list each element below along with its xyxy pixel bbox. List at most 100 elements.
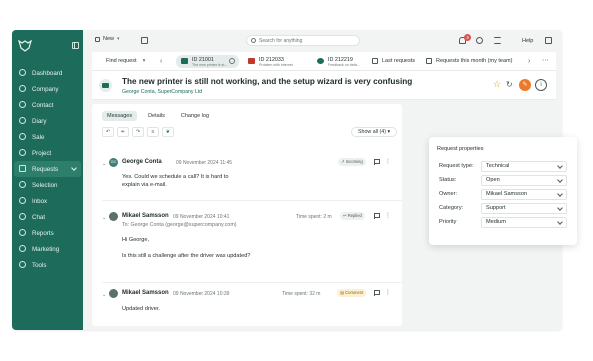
messages-panel: Messages Details Change log ↶ ↞ ↷ ≡ ❦ Sh… (92, 104, 402, 326)
layout-icon[interactable] (141, 37, 148, 44)
ticket-icon (99, 79, 112, 92)
message-item: ⌄ Mikael Samsson 09 November 2024 10:39 … (102, 289, 402, 317)
request-tabs-bar: Find request ▾ ‹ ID 21001 The new printer … (92, 52, 556, 71)
request-type-select[interactable]: Technical (481, 161, 567, 172)
sidebar-item-tools[interactable]: Tools (12, 257, 83, 273)
ticket-icon (181, 58, 188, 64)
sidebar-item-selection[interactable]: Selection (12, 177, 83, 193)
flag-icon[interactable] (374, 159, 380, 165)
sidebar-item-sale[interactable]: Sale (12, 129, 83, 145)
new-button[interactable]: New ▾ (95, 36, 120, 42)
more-icon[interactable]: ⋮ (385, 289, 391, 296)
tab-change-log[interactable]: Change log (176, 111, 214, 121)
tab-details[interactable]: Details (143, 111, 170, 121)
more-icon[interactable]: ⋮ (385, 158, 391, 165)
property-label: Status: (439, 177, 457, 183)
flag-icon[interactable] (374, 213, 380, 219)
sidebar-item-label: Sale (32, 133, 45, 141)
status-badge-label: Replied (347, 213, 362, 218)
bar-chart-icon (19, 229, 26, 236)
message-item: ⌄ GC George Conta 09 November 2024 11:45… (102, 158, 402, 192)
sidebar-item-marketing[interactable]: Marketing (12, 241, 83, 257)
chevron-down-icon[interactable]: ⌄ (102, 292, 106, 298)
chevron-right-icon[interactable]: › (528, 58, 530, 65)
property-request-type: Request type: Technical (439, 161, 569, 172)
sidebar-item-diary[interactable]: Diary (12, 113, 83, 129)
sidebar-item-label: Company (32, 85, 59, 93)
sidebar-item-label: Project (32, 149, 52, 157)
panel-toggle-icon[interactable] (545, 37, 552, 44)
sidebar-nav: Dashboard Company Contact Diary Sale Pro… (12, 65, 83, 273)
info-icon[interactable]: i (535, 79, 547, 91)
flag-icon[interactable] (374, 290, 380, 296)
divider (102, 200, 402, 201)
owner-select[interactable]: Mikael Samsson (481, 189, 567, 200)
properties-title: Request properties (437, 146, 484, 152)
chevron-down-icon (71, 165, 77, 171)
status-badge-label: Comment (345, 290, 364, 295)
star-icon[interactable]: ☆ (493, 80, 501, 89)
team-icon (426, 58, 432, 64)
menu-icon[interactable] (494, 37, 501, 44)
property-status: Status: Open (439, 175, 569, 186)
sidebar-item-label: Diary (32, 117, 47, 125)
edit-button[interactable]: ✎ (519, 79, 531, 91)
show-all-dropdown[interactable]: Show all (4) ▾ (351, 127, 398, 137)
refresh-icon[interactable]: ↻ (506, 80, 513, 89)
chat-icon (19, 213, 26, 220)
close-tab-icon[interactable] (229, 58, 235, 64)
reply-all-icon[interactable]: ↞ (117, 127, 129, 137)
sidebar-item-requests[interactable]: Requests (14, 161, 81, 177)
sidebar-item-reports[interactable]: Reports (12, 225, 83, 241)
search-placeholder: Search for anything (259, 37, 303, 44)
user-icon[interactable] (476, 37, 483, 44)
reply-icon[interactable]: ↶ (102, 127, 114, 137)
request-title: The new printer is still not working, an… (122, 77, 413, 86)
help-link[interactable]: Help (522, 38, 533, 44)
clipboard-icon (19, 149, 26, 156)
tab-request-212219[interactable]: ID 212219 Feedback on deliv... (312, 55, 368, 68)
sidebar-item-dashboard[interactable]: Dashboard (12, 65, 83, 81)
status-badge-label: Incoming (345, 159, 363, 164)
person-icon (19, 101, 26, 108)
request-properties-card: Request properties Request type: Technic… (429, 137, 577, 245)
status-badge: ↗ Incoming (338, 158, 366, 166)
more-icon[interactable]: ⋮ (385, 212, 391, 219)
find-request-dropdown[interactable]: Find request ▾ (106, 58, 145, 64)
chevron-left-icon[interactable]: ‹ (160, 58, 162, 65)
note-icon[interactable]: ≡ (147, 127, 159, 137)
tab-request-212033[interactable]: ID 212033 Problem with internet (243, 55, 305, 68)
status-select[interactable]: Open (481, 175, 567, 186)
chevron-down-icon[interactable]: ⌄ (102, 161, 106, 167)
forward-icon[interactable]: ↷ (132, 127, 144, 137)
sidebar: Dashboard Company Contact Diary Sale Pro… (12, 30, 83, 330)
message-body-line: explain via e-mail. (122, 182, 167, 188)
priority-select[interactable]: Medium (481, 217, 567, 228)
chevron-down-icon: ▾ (142, 58, 146, 64)
tab-last-requests[interactable]: Last requests (372, 58, 415, 64)
chevron-down-icon[interactable]: ⌄ (102, 215, 106, 221)
sidebar-item-label: Requests (32, 165, 59, 173)
property-label: Category: (439, 205, 464, 211)
tab-requests-this-month-label: Requests this month (my team) (436, 58, 513, 64)
leaf-icon[interactable]: ❦ (162, 127, 174, 137)
tab-request-21001[interactable]: ID 21001 The new printer is st... (176, 55, 239, 68)
category-select[interactable]: Support (481, 203, 567, 214)
tab-messages[interactable]: Messages (102, 111, 138, 121)
tab-requests-this-month[interactable]: Requests this month (my team) (426, 58, 512, 64)
message-author: Mikael Samsson (122, 290, 169, 296)
sidebar-item-contact[interactable]: Contact (12, 97, 83, 113)
building-icon (19, 85, 26, 92)
more-icon[interactable]: ⋯ (542, 56, 549, 64)
collapse-sidebar-icon[interactable] (72, 42, 79, 49)
top-bar: New ▾ Search for anything 3 Help (83, 30, 562, 52)
property-owner: Owner: Mikael Samsson (439, 189, 569, 200)
sidebar-item-company[interactable]: Company (12, 81, 83, 97)
status-badge: ↩ Replied (340, 212, 365, 220)
sidebar-item-chat[interactable]: Chat (12, 209, 83, 225)
search-input[interactable]: Search for anything (246, 35, 360, 46)
sidebar-item-project[interactable]: Project (12, 145, 83, 161)
request-contact-link[interactable]: George Conta, SuperCompany Ltd (122, 89, 202, 95)
ticket-icon (317, 58, 324, 64)
sidebar-item-inbox[interactable]: Inbox (12, 193, 83, 209)
